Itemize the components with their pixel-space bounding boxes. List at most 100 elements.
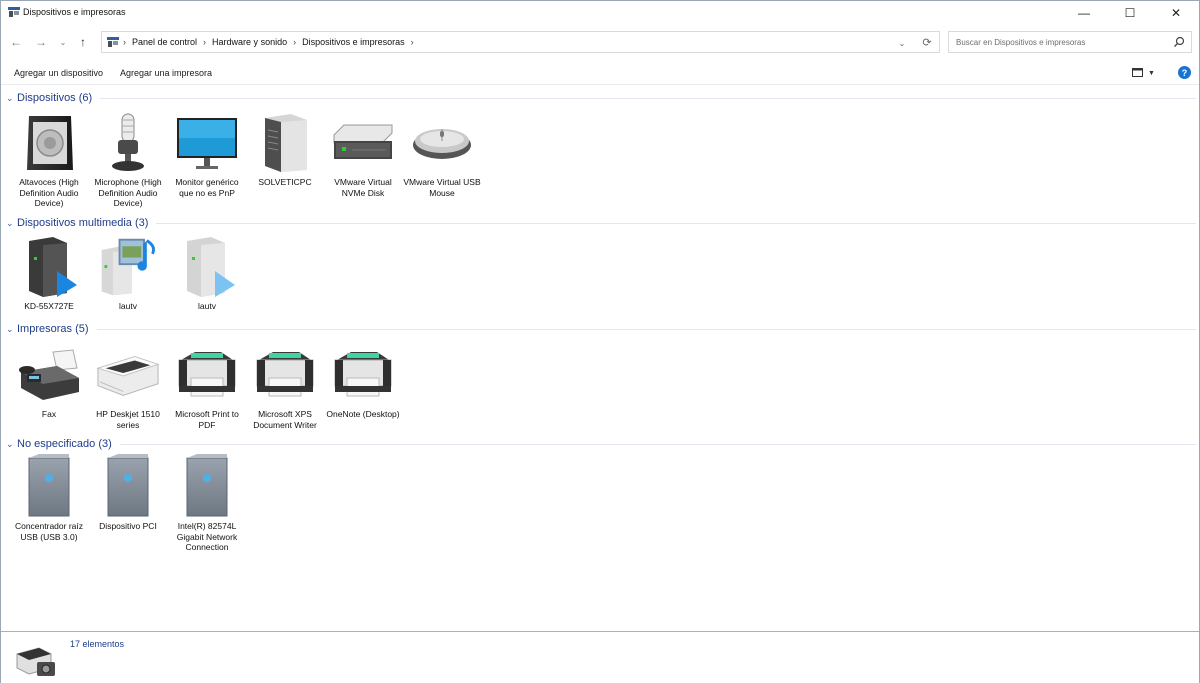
address-bar[interactable]: › Panel de control › Hardware y sonido ›… bbox=[101, 31, 940, 53]
address-dropdown-button[interactable]: ⌄ bbox=[895, 36, 909, 50]
arrow-left-icon: ← bbox=[10, 35, 22, 49]
item-count: 17 elementos bbox=[70, 639, 125, 649]
back-button[interactable]: ← bbox=[7, 34, 25, 50]
disk-drive-icon bbox=[331, 111, 395, 175]
printer-label: HP Deskjet 1510 series bbox=[96, 409, 160, 430]
printer-item[interactable]: Fax bbox=[10, 343, 88, 420]
printer-label: Microsoft Print to PDF bbox=[175, 409, 239, 430]
minimize-icon: — bbox=[1078, 6, 1090, 20]
help-button[interactable]: ? bbox=[1178, 66, 1191, 79]
device-item[interactable]: Monitor genérico que no es PnP bbox=[168, 111, 246, 198]
media-item[interactable]: lautv bbox=[89, 235, 167, 312]
chevron-down-icon: ⌄ bbox=[59, 37, 67, 47]
window: Dispositivos e impresoras — ☐ ✕ ← → ⌄ ↑ … bbox=[0, 0, 1200, 683]
close-icon: ✕ bbox=[1170, 6, 1182, 20]
device-label: Monitor genérico que no es PnP bbox=[175, 177, 239, 198]
fax-icon bbox=[17, 343, 81, 407]
arrow-up-icon: ↑ bbox=[80, 35, 86, 49]
media-device-icon bbox=[17, 235, 81, 299]
title-bar: Dispositivos e impresoras — ☐ ✕ bbox=[1, 1, 1199, 25]
printer-icon bbox=[331, 343, 395, 407]
breadcrumb-item-panel-de-control[interactable]: Panel de control bbox=[132, 37, 197, 47]
breadcrumb-item-hardware-y-sonido[interactable]: Hardware y sonido bbox=[212, 37, 287, 47]
group-header-dispositivos-multimedia[interactable]: ⌄ Dispositivos multimedia (3) bbox=[6, 216, 1196, 230]
devices-printers-app-icon bbox=[8, 7, 20, 17]
device-item[interactable]: VMware Virtual USB Mouse bbox=[403, 111, 481, 198]
group-divider bbox=[156, 222, 1196, 224]
control-panel-icon bbox=[107, 37, 119, 47]
breadcrumb-separator[interactable]: › bbox=[203, 37, 206, 47]
media-item[interactable]: KD-55X727E bbox=[10, 235, 88, 312]
unspecified-item[interactable]: Concentrador raíz USB (USB 3.0) bbox=[10, 454, 88, 542]
unspecified-item[interactable]: Intel(R) 82574L Gigabit Network Connecti… bbox=[168, 454, 246, 553]
help-icon: ? bbox=[1181, 67, 1188, 78]
device-label: Concentrador raíz USB (USB 3.0) bbox=[14, 521, 84, 542]
device-label: Dispositivo PCI bbox=[99, 521, 157, 531]
search-input[interactable]: Buscar en Dispositivos e impresoras bbox=[948, 31, 1192, 53]
media-server-icon bbox=[175, 235, 239, 299]
view-icon bbox=[1132, 68, 1143, 77]
breadcrumb-separator: › bbox=[123, 37, 126, 47]
close-button[interactable]: ✕ bbox=[1153, 1, 1199, 25]
change-view-button[interactable]: ▼ bbox=[1132, 66, 1160, 80]
maximize-button[interactable]: ☐ bbox=[1107, 1, 1153, 25]
group-title: Dispositivos (6) bbox=[17, 92, 93, 104]
device-label: Intel(R) 82574L Gigabit Network Connecti… bbox=[176, 521, 238, 552]
window-title: Dispositivos e impresoras bbox=[23, 7, 126, 17]
maximize-icon: ☐ bbox=[1124, 6, 1136, 20]
chevron-down-icon: ⌄ bbox=[898, 38, 906, 48]
device-label: SOLVETICPC bbox=[258, 177, 312, 187]
chevron-down-icon: ⌄ bbox=[6, 217, 14, 228]
microphone-icon bbox=[96, 111, 160, 175]
device-item[interactable]: Microphone (High Definition Audio Device… bbox=[89, 111, 167, 209]
forward-button[interactable]: → bbox=[32, 34, 50, 50]
group-divider bbox=[96, 328, 1196, 330]
search-placeholder: Buscar en Dispositivos e impresoras bbox=[956, 38, 1086, 47]
breadcrumb-item-dispositivos-e-impresoras[interactable]: Dispositivos e impresoras bbox=[302, 37, 405, 47]
monitor-icon bbox=[175, 111, 239, 175]
generic-device-icon bbox=[175, 454, 239, 519]
add-device-button[interactable]: Agregar un dispositivo bbox=[14, 68, 103, 78]
media-label: KD-55X727E bbox=[24, 301, 74, 311]
status-bar: 17 elementos bbox=[1, 631, 1199, 683]
media-library-icon bbox=[96, 235, 160, 299]
printer-item[interactable]: HP Deskjet 1510 series bbox=[89, 343, 167, 430]
printer-item[interactable]: Microsoft XPS Document Writer bbox=[246, 343, 324, 430]
breadcrumb: › Panel de control › Hardware y sonido ›… bbox=[123, 37, 420, 47]
media-item[interactable]: lautv bbox=[168, 235, 246, 312]
speaker-icon bbox=[17, 111, 81, 175]
group-title: Dispositivos multimedia (3) bbox=[17, 217, 149, 229]
refresh-button[interactable]: ⟳ bbox=[920, 35, 934, 49]
generic-device-icon bbox=[17, 454, 81, 519]
media-label: lautv bbox=[119, 301, 137, 311]
printer-item[interactable]: OneNote (Desktop) bbox=[324, 343, 402, 420]
refresh-icon: ⟳ bbox=[922, 36, 932, 49]
group-header-no-especificado[interactable]: ⌄ No especificado (3) bbox=[6, 437, 1196, 451]
mouse-icon bbox=[410, 111, 474, 175]
group-header-dispositivos[interactable]: ⌄ Dispositivos (6) bbox=[6, 91, 1196, 105]
unspecified-item[interactable]: Dispositivo PCI bbox=[89, 454, 167, 532]
printer-label: OneNote (Desktop) bbox=[326, 409, 400, 419]
group-title: Impresoras (5) bbox=[17, 323, 89, 335]
pc-tower-icon bbox=[253, 111, 317, 175]
device-item[interactable]: SOLVETICPC bbox=[246, 111, 324, 188]
up-button[interactable]: ↑ bbox=[74, 34, 92, 50]
device-item[interactable]: Altavoces (High Definition Audio Device) bbox=[10, 111, 88, 209]
breadcrumb-separator[interactable]: › bbox=[411, 37, 414, 47]
inkjet-printer-icon bbox=[96, 343, 160, 407]
printer-item[interactable]: Microsoft Print to PDF bbox=[168, 343, 246, 430]
recent-locations-button[interactable]: ⌄ bbox=[54, 34, 72, 50]
group-header-impresoras[interactable]: ⌄ Impresoras (5) bbox=[6, 322, 1196, 336]
device-label: VMware Virtual NVMe Disk bbox=[334, 177, 392, 198]
printer-label: Fax bbox=[41, 409, 57, 419]
group-title: No especificado (3) bbox=[17, 438, 112, 450]
device-item[interactable]: VMware Virtual NVMe Disk bbox=[324, 111, 402, 198]
group-divider bbox=[119, 443, 1196, 445]
minimize-button[interactable]: — bbox=[1061, 1, 1107, 25]
chevron-down-icon: ⌄ bbox=[6, 323, 14, 334]
add-printer-button[interactable]: Agregar una impresora bbox=[120, 68, 212, 78]
command-bar: Agregar un dispositivo Agregar una impre… bbox=[1, 61, 1199, 85]
breadcrumb-separator[interactable]: › bbox=[293, 37, 296, 47]
generic-device-icon bbox=[96, 454, 160, 519]
device-label: VMware Virtual USB Mouse bbox=[403, 177, 481, 198]
